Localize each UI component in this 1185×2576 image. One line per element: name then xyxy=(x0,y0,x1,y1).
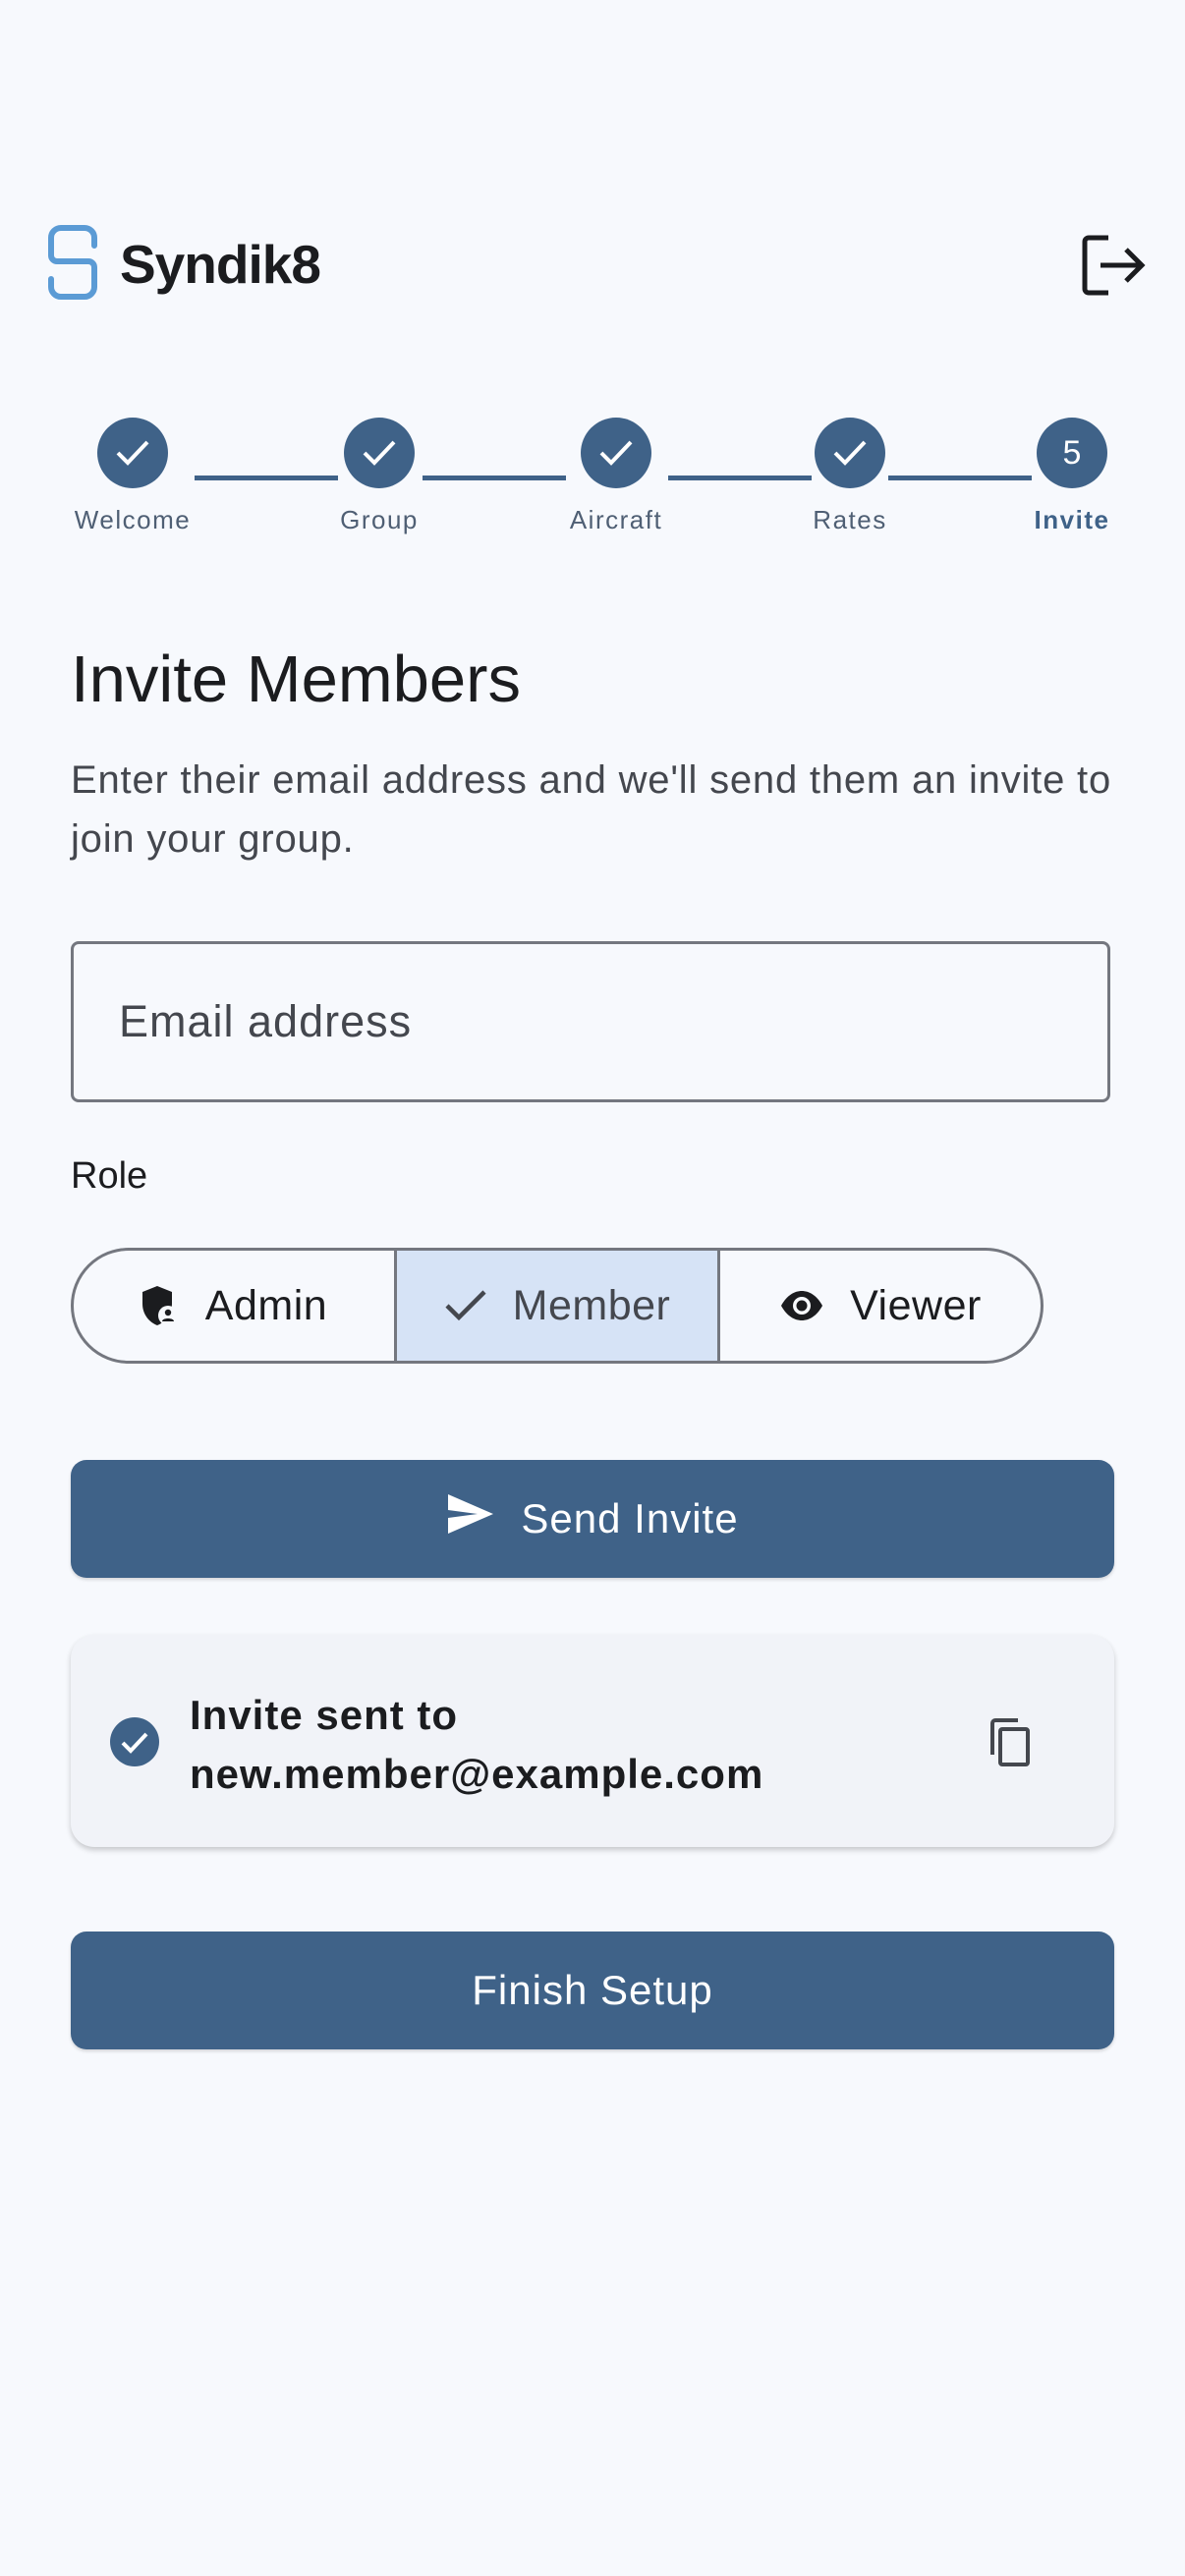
step-group-complete-icon[interactable] xyxy=(344,418,415,488)
step-label-welcome: Welcome xyxy=(74,505,192,534)
check-circle-icon xyxy=(110,1717,159,1766)
syndik8-logo-icon xyxy=(47,222,98,303)
step-welcome-complete-icon[interactable] xyxy=(97,418,168,488)
role-admin-button[interactable]: Admin xyxy=(74,1251,394,1361)
finish-setup-label: Finish Setup xyxy=(472,1967,713,2013)
step-label-aircraft: Aircraft xyxy=(569,505,663,534)
stepper-connector xyxy=(423,476,566,480)
page-subtitle: Enter their email address and we'll send… xyxy=(71,758,1112,861)
logout-icon[interactable] xyxy=(1079,232,1150,299)
confirmation-email: new.member@example.com xyxy=(190,1751,764,1797)
step-aircraft-complete-icon[interactable] xyxy=(581,418,651,488)
email-field[interactable]: Email address xyxy=(71,941,1110,1102)
step-rates-complete-icon[interactable] xyxy=(815,418,885,488)
role-viewer-label: Viewer xyxy=(850,1281,982,1329)
check-icon xyxy=(444,1289,487,1322)
brand-name: Syndik8 xyxy=(120,234,321,295)
stepper-connector xyxy=(668,476,812,480)
confirmation-line-1: Invite sent to xyxy=(190,1692,459,1738)
send-invite-button[interactable]: Send Invite xyxy=(71,1460,1114,1578)
role-selector: Admin Member Viewer xyxy=(71,1248,1044,1364)
stepper-connector xyxy=(195,476,338,480)
admin-shield-icon xyxy=(141,1284,180,1327)
eye-icon xyxy=(779,1290,824,1321)
copy-icon[interactable] xyxy=(983,1715,1038,1770)
finish-setup-button[interactable]: Finish Setup xyxy=(71,1932,1114,2049)
invite-confirmation-card: Invite sent to new.member@example.com xyxy=(71,1635,1114,1847)
page-title: Invite Members xyxy=(71,643,521,716)
stepper-connector xyxy=(888,476,1032,480)
role-label: Role xyxy=(71,1155,148,1197)
role-member-label: Member xyxy=(512,1281,671,1329)
step-label-group: Group xyxy=(340,505,419,534)
step-invite-number[interactable]: 5 xyxy=(1037,418,1107,488)
confirmation-text: Invite sent to new.member@example.com xyxy=(190,1686,763,1804)
role-viewer-button[interactable]: Viewer xyxy=(717,1251,1041,1361)
step-label-invite: Invite xyxy=(1034,505,1110,534)
role-admin-label: Admin xyxy=(204,1281,328,1329)
role-member-button[interactable]: Member xyxy=(394,1251,717,1361)
send-invite-label: Send Invite xyxy=(521,1495,739,1541)
email-placeholder: Email address xyxy=(119,996,413,1046)
step-label-rates: Rates xyxy=(813,505,887,534)
send-icon xyxy=(446,1492,495,1545)
